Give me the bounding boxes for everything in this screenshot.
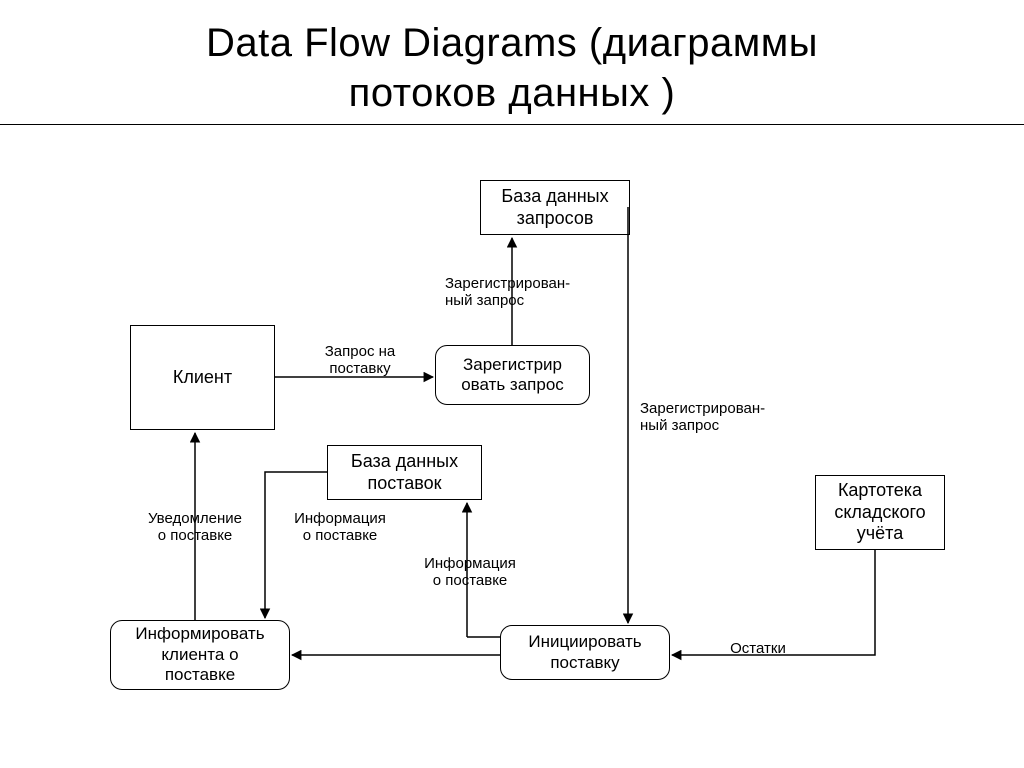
entity-client-label: Клиент bbox=[173, 367, 232, 389]
process-initiate-l2: поставку bbox=[550, 653, 619, 672]
label-info-supply-1: Информация о поставке bbox=[280, 510, 400, 545]
process-inform-client: Информировать клиента о поставке bbox=[110, 620, 290, 690]
store-supply-db-l1: База данных bbox=[351, 451, 458, 471]
label-registered-request: Зарегистрирован- ный запрос bbox=[445, 275, 595, 310]
store-card-l3: учёта bbox=[857, 523, 903, 543]
diagram-canvas: Клиент База данных запросов Зарегистрир … bbox=[0, 125, 1024, 745]
store-request-db-l1: База данных bbox=[501, 186, 608, 206]
process-inform-l2: клиента о bbox=[161, 645, 238, 664]
label-remainders: Остатки bbox=[718, 640, 798, 657]
label-info-supply-2: Информация о поставке bbox=[410, 555, 530, 590]
process-register-l1: Зарегистрир bbox=[463, 355, 562, 374]
process-initiate-supply: Инициировать поставку bbox=[500, 625, 670, 680]
process-register-l2: овать запрос bbox=[461, 375, 564, 394]
label-request-supply: Запрос на поставку bbox=[310, 343, 410, 378]
store-request-db: База данных запросов bbox=[480, 180, 630, 235]
title-line-2: потоков данных ) bbox=[349, 71, 676, 115]
label-notification: Уведомление о поставке bbox=[130, 510, 260, 545]
page-title: Data Flow Diagrams (диаграммы потоков да… bbox=[0, 0, 1024, 118]
store-supply-db-l2: поставок bbox=[367, 473, 441, 493]
process-inform-l1: Информировать bbox=[135, 624, 264, 643]
process-inform-l3: поставке bbox=[165, 665, 235, 684]
store-supply-db: База данных поставок bbox=[327, 445, 482, 500]
store-card-l2: складского bbox=[834, 502, 925, 522]
store-card-l1: Картотека bbox=[838, 480, 922, 500]
process-register-request: Зарегистрир овать запрос bbox=[435, 345, 590, 405]
label-registered-request-2: Зарегистрирован- ный запрос bbox=[640, 400, 800, 435]
store-warehouse-card: Картотека складского учёта bbox=[815, 475, 945, 550]
process-initiate-l1: Инициировать bbox=[528, 632, 641, 651]
title-line-1: Data Flow Diagrams (диаграммы bbox=[206, 21, 818, 65]
store-request-db-l2: запросов bbox=[517, 208, 594, 228]
entity-client: Клиент bbox=[130, 325, 275, 430]
